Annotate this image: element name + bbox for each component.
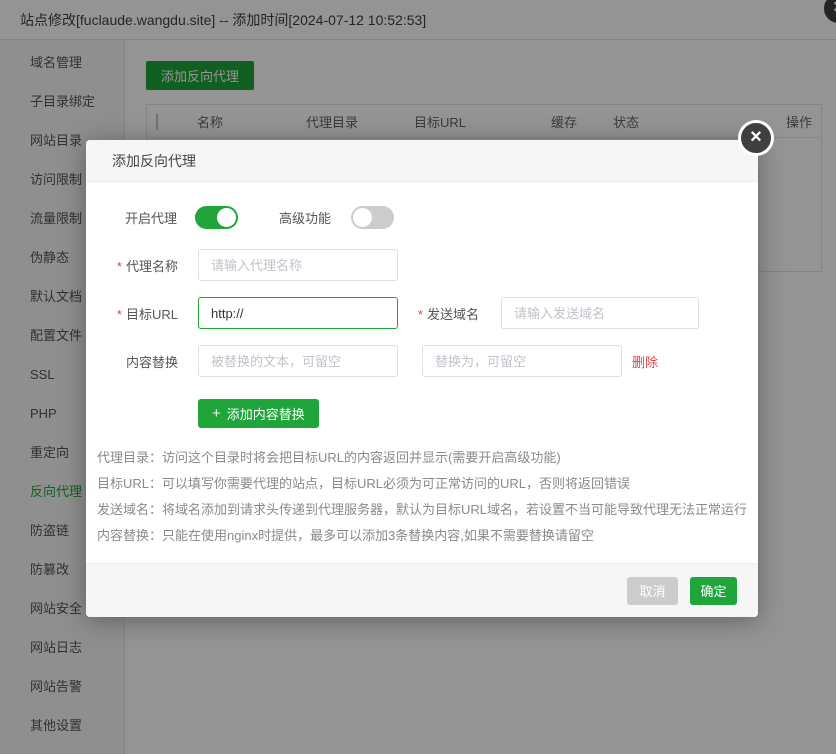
site-edit-window: 站点修改[fuclaude.wangdu.site] -- 添加时间[2024-…: [0, 0, 836, 754]
content-replace-row: 内容替换 删除: [86, 345, 658, 377]
replace-to-input[interactable]: [422, 345, 622, 377]
add-reverse-proxy-dialog: 添加反向代理 × 开启代理 高级功能 *代理名称 *目标URL *发送域名 内容…: [86, 140, 758, 617]
add-content-replace-button[interactable]: + 添加内容替换: [198, 399, 319, 428]
content-replace-label: 内容替换: [86, 352, 178, 371]
advanced-feature-toggle[interactable]: [351, 206, 394, 229]
help-line-replace: 内容替换：只能在使用nginx时提供，最多可以添加3条替换内容,如果不需要替换请…: [97, 523, 747, 549]
enable-proxy-toggle[interactable]: [195, 206, 238, 229]
required-asterisk: *: [117, 259, 122, 274]
proxy-name-input[interactable]: [198, 249, 398, 281]
proxy-name-row: *代理名称: [86, 249, 398, 281]
help-line-target-url: 目标URL：可以填写你需要代理的站点，目标URL必须为可正常访问的URL，否则将…: [97, 471, 747, 497]
required-asterisk: *: [418, 307, 423, 322]
target-url-row: *目标URL *发送域名: [86, 297, 699, 329]
help-line-send-domain: 发送域名：将域名添加到请求头传递到代理服务器，默认为目标URL域名，若设置不当可…: [97, 497, 747, 523]
enable-proxy-label: 开启代理: [125, 208, 177, 227]
dialog-title: 添加反向代理: [86, 140, 758, 182]
toggle-knob: [353, 208, 372, 227]
required-asterisk: *: [117, 307, 122, 322]
add-replace-row: + 添加内容替换: [86, 399, 319, 428]
plus-icon: +: [212, 406, 221, 421]
dialog-close-icon[interactable]: ×: [738, 120, 774, 156]
proxy-name-label: *代理名称: [86, 256, 178, 275]
confirm-button[interactable]: 确定: [690, 577, 737, 605]
toggle-knob: [217, 208, 236, 227]
delete-replace-link[interactable]: 删除: [632, 352, 658, 371]
dialog-footer: 取消 确定: [86, 563, 758, 617]
replace-from-input[interactable]: [198, 345, 398, 377]
target-url-label: *目标URL: [86, 304, 178, 323]
toggles-row: 开启代理 高级功能: [86, 205, 394, 229]
advanced-feature-label: 高级功能: [279, 208, 331, 227]
send-domain-input[interactable]: [501, 297, 699, 329]
target-url-input[interactable]: [198, 297, 398, 329]
send-domain-label: *发送域名: [398, 304, 479, 323]
help-text-block: 代理目录：访问这个目录时将会把目标URL的内容返回并显示(需要开启高级功能) 目…: [97, 445, 747, 549]
help-line-proxy-dir: 代理目录：访问这个目录时将会把目标URL的内容返回并显示(需要开启高级功能): [97, 445, 747, 471]
cancel-button[interactable]: 取消: [627, 577, 678, 605]
add-replace-label: 添加内容替换: [227, 404, 305, 423]
